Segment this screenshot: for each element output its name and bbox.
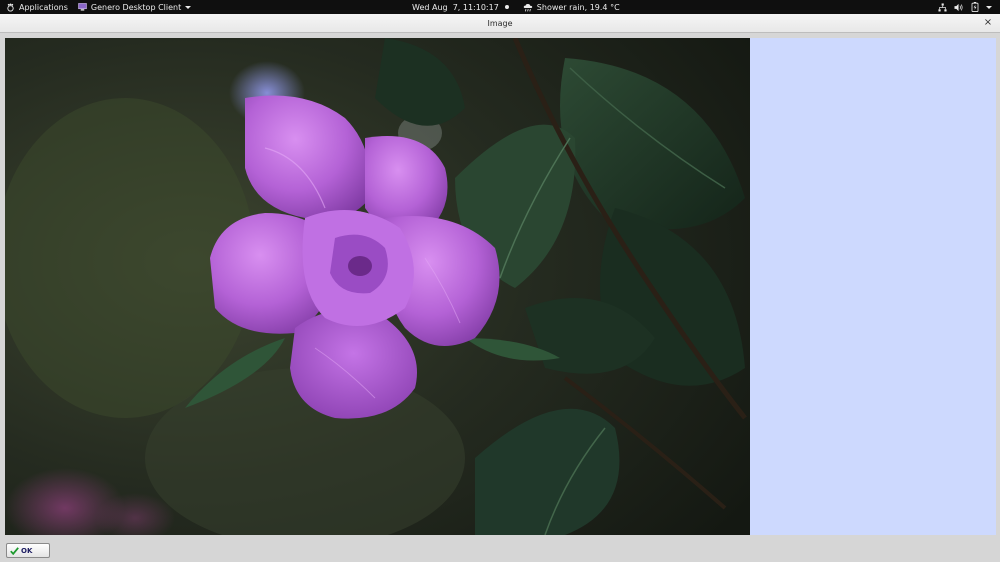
checkmark-icon — [10, 546, 19, 555]
system-menu-chevron-icon[interactable] — [986, 5, 992, 9]
image-display — [5, 38, 750, 535]
app-menu-label: Genero Desktop Client — [90, 2, 182, 12]
top-bar: Applications Genero Desktop Client Wed A… — [0, 0, 1000, 14]
window-title: Image — [487, 19, 513, 28]
genero-app-icon — [78, 3, 87, 11]
ok-button[interactable]: OK — [6, 543, 50, 558]
gnome-foot-icon — [7, 2, 14, 12]
ok-label: OK — [21, 546, 33, 555]
app-menu[interactable]: Genero Desktop Client — [78, 0, 192, 14]
notification-dot-icon — [504, 5, 509, 9]
chevron-down-icon — [185, 5, 192, 9]
weather-text: Shower rain, 19.4 °C — [536, 2, 620, 12]
applications-label: Applications — [19, 2, 68, 12]
weather-cloud-rain-icon — [523, 3, 533, 11]
flower-photo — [5, 38, 750, 535]
window-content — [0, 34, 1000, 539]
applications-menu[interactable]: Applications — [6, 0, 68, 14]
window-title-bar: Image × — [0, 14, 1000, 33]
side-panel — [750, 38, 996, 535]
clock-datetime: Wed Aug 7, 11:10:17 — [412, 2, 499, 12]
network-icon[interactable] — [938, 2, 947, 12]
clock[interactable]: Wed Aug 7, 11:10:17 — [412, 0, 509, 14]
battery-icon[interactable] — [971, 2, 979, 12]
volume-icon[interactable] — [954, 3, 964, 12]
window-footer: OK — [0, 539, 1000, 562]
weather[interactable]: Shower rain, 19.4 °C — [523, 0, 620, 14]
close-icon[interactable]: × — [982, 17, 994, 29]
